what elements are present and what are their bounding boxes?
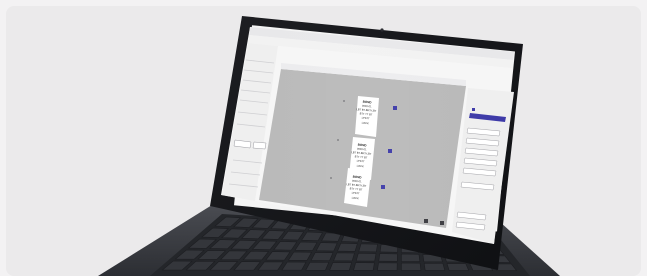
screen-content: BOND 0000-01 LBT BT-BRT-LBT BTT TT BT LP… (221, 27, 514, 244)
screen-glare (221, 27, 514, 244)
photo-scene: acer (0, 0, 647, 276)
